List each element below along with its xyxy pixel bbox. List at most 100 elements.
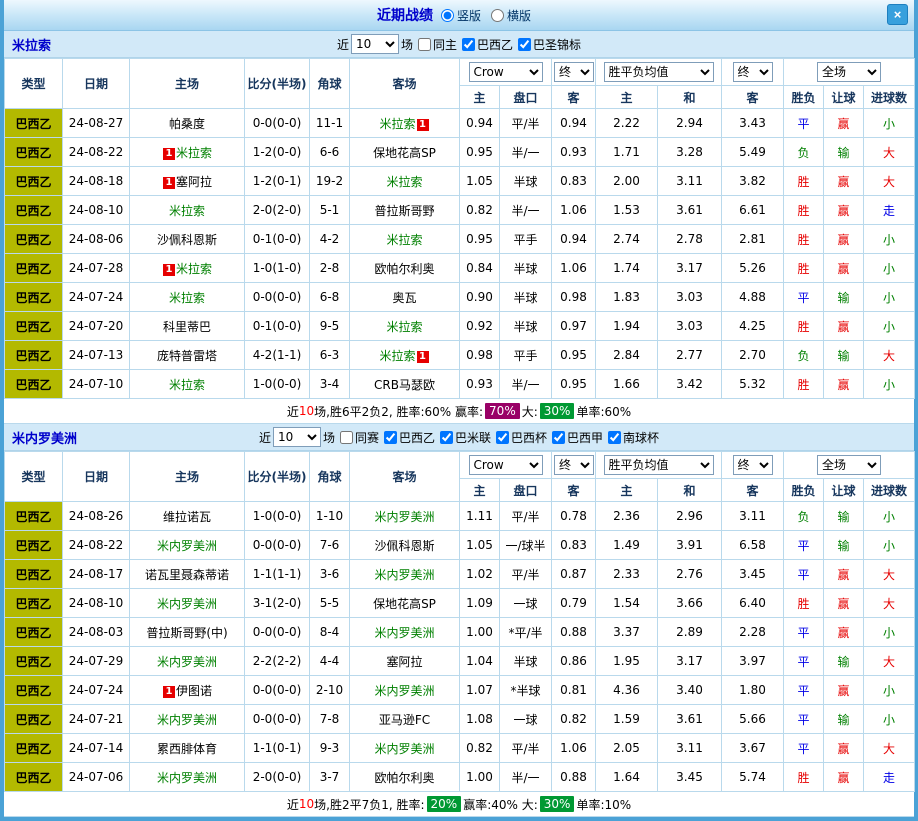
match-row: 巴西乙24-08-22米内罗美洲0-0(0-0)7-6沙佩科恩斯1.05一/球半… [5, 531, 915, 560]
handicap-result-cell: 赢 [824, 763, 864, 792]
recent-count-select[interactable]: 10 [273, 427, 321, 447]
score-cell: 0-0(0-0) [245, 676, 310, 705]
team-link[interactable]: 米拉索 [386, 233, 422, 247]
filter-checkbox-label: 同主 [433, 36, 457, 53]
filter-checkbox-0[interactable]: 同赛 [340, 429, 379, 446]
filter-checkbox-input-0[interactable] [340, 431, 353, 444]
filter-checkbox-3[interactable]: 巴西杯 [496, 429, 547, 446]
filter-checkbox-5[interactable]: 南球杯 [608, 429, 659, 446]
team-link[interactable]: 米拉索 [169, 204, 205, 218]
avg-time-select[interactable]: 终 [733, 455, 773, 475]
avg-away-cell: 5.32 [722, 370, 784, 399]
col-subheader: 胜负 [784, 86, 824, 109]
team-link[interactable]: 保地花高SP [373, 597, 436, 611]
team-link[interactable]: 米内罗美洲 [157, 655, 217, 669]
odds-company-select[interactable]: Crow [469, 455, 543, 475]
team-link[interactable]: 米拉索 [176, 262, 212, 276]
team-link[interactable]: 沙佩科恩斯 [157, 233, 217, 247]
filter-checkbox-2[interactable]: 巴米联 [440, 429, 491, 446]
handicap-line-cell: 半球 [500, 283, 552, 312]
matches-table: 类型日期主场比分(半场)角球客场Crow终胜平负均值终全场主盘口客主和客胜负让球… [4, 58, 915, 399]
team-link[interactable]: 累西腓体育 [157, 742, 217, 756]
team-name-title: 米内罗美洲 [12, 428, 77, 447]
team-link[interactable]: 庞特普雷塔 [157, 349, 217, 363]
filter-checkbox-input-3[interactable] [496, 431, 509, 444]
team-link[interactable]: 科里蒂巴 [163, 320, 211, 334]
result-cell: 胜 [784, 763, 824, 792]
team-link[interactable]: 帕桑度 [169, 117, 205, 131]
handicap-line-cell: 半球 [500, 647, 552, 676]
team-link[interactable]: 塞阿拉 [386, 655, 422, 669]
team-link[interactable]: 米拉索 [386, 175, 422, 189]
avg-type-select[interactable]: 胜平负均值 [604, 455, 714, 475]
team-link[interactable]: 米内罗美洲 [374, 742, 434, 756]
avg-draw-cell: 3.40 [658, 676, 722, 705]
home-odds-cell: 1.05 [460, 167, 500, 196]
team-link[interactable]: 米拉索 [379, 117, 415, 131]
filter-checkbox-0[interactable]: 同主 [418, 36, 457, 53]
team-link[interactable]: 沙佩科恩斯 [374, 539, 434, 553]
team-link[interactable]: 米内罗美洲 [157, 597, 217, 611]
league-type-cell: 巴西乙 [5, 167, 63, 196]
team-link[interactable]: 奥瓦 [392, 291, 416, 305]
team-link[interactable]: 米内罗美洲 [157, 539, 217, 553]
team-link[interactable]: 米内罗美洲 [374, 626, 434, 640]
handicap-result-cell: 赢 [824, 167, 864, 196]
avg-draw-cell: 3.11 [658, 734, 722, 763]
scope-select[interactable]: 全场 [817, 455, 881, 475]
team-link[interactable]: 伊图诺 [176, 684, 212, 698]
team-link[interactable]: CRB马瑟欧 [374, 378, 435, 392]
team-link[interactable]: 米内罗美洲 [157, 713, 217, 727]
team-link[interactable]: 米内罗美洲 [157, 771, 217, 785]
team-link[interactable]: 欧帕尔利奥 [374, 262, 434, 276]
odds-company-select[interactable]: Crow [469, 62, 543, 82]
odds-time-select[interactable]: 终 [554, 62, 594, 82]
filter-checkbox-input-2[interactable] [518, 38, 531, 51]
filter-checkbox-2[interactable]: 巴圣锦标 [518, 36, 581, 53]
scope-select[interactable]: 全场 [817, 62, 881, 82]
team-link[interactable]: 米拉索 [386, 320, 422, 334]
filter-checkbox-1[interactable]: 巴西乙 [384, 429, 435, 446]
avg-time-select[interactable]: 终 [733, 62, 773, 82]
team-link[interactable]: 普拉斯哥野 [374, 204, 434, 218]
recent-count-select[interactable]: 10 [351, 34, 399, 54]
team-link[interactable]: 米拉索 [169, 291, 205, 305]
result-cell: 胜 [784, 225, 824, 254]
away-team-cell: 欧帕尔利奥 [350, 763, 460, 792]
filter-checkbox-input-2[interactable] [440, 431, 453, 444]
avg-away-cell: 5.66 [722, 705, 784, 734]
scope-header-cell: 全场 [784, 59, 915, 86]
filter-checkbox-input-1[interactable] [384, 431, 397, 444]
filter-checkbox-input-4[interactable] [552, 431, 565, 444]
team-link[interactable]: 诺瓦里聂森蒂诺 [145, 568, 229, 582]
team-link[interactable]: 米内罗美洲 [374, 510, 434, 524]
team-link[interactable]: 保地花高SP [373, 146, 436, 160]
goals-result-cell: 小 [864, 283, 915, 312]
filter-checkbox-4[interactable]: 巴西甲 [552, 429, 603, 446]
close-button[interactable]: × [887, 4, 908, 25]
avg-type-select[interactable]: 胜平负均值 [604, 62, 714, 82]
team-link[interactable]: 米拉索 [169, 378, 205, 392]
team-link[interactable]: 欧帕尔利奥 [374, 771, 434, 785]
result-cell: 胜 [784, 370, 824, 399]
filter-checkbox-input-1[interactable] [462, 38, 475, 51]
team-link[interactable]: 普拉斯哥野(中) [146, 626, 227, 640]
layout-vertical-option[interactable]: 竖版 [441, 7, 481, 24]
layout-vertical-radio[interactable] [441, 9, 454, 22]
team-link[interactable]: 亚马逊FC [379, 713, 430, 727]
team-link[interactable]: 米拉索 [176, 146, 212, 160]
filter-checkbox-1[interactable]: 巴西乙 [462, 36, 513, 53]
team-link[interactable]: 米内罗美洲 [374, 684, 434, 698]
filter-checkbox-input-0[interactable] [418, 38, 431, 51]
team-link[interactable]: 塞阿拉 [176, 175, 212, 189]
handicap-line-cell: 半球 [500, 312, 552, 341]
home-odds-cell: 1.11 [460, 502, 500, 531]
team-link[interactable]: 米内罗美洲 [374, 568, 434, 582]
odds-time-select[interactable]: 终 [554, 455, 594, 475]
home-team-cell: 米内罗美洲 [130, 763, 245, 792]
filter-checkbox-input-5[interactable] [608, 431, 621, 444]
layout-horizontal-option[interactable]: 横版 [491, 7, 531, 24]
layout-horizontal-radio[interactable] [491, 9, 504, 22]
team-link[interactable]: 维拉诺瓦 [163, 510, 211, 524]
team-link[interactable]: 米拉索 [379, 349, 415, 363]
